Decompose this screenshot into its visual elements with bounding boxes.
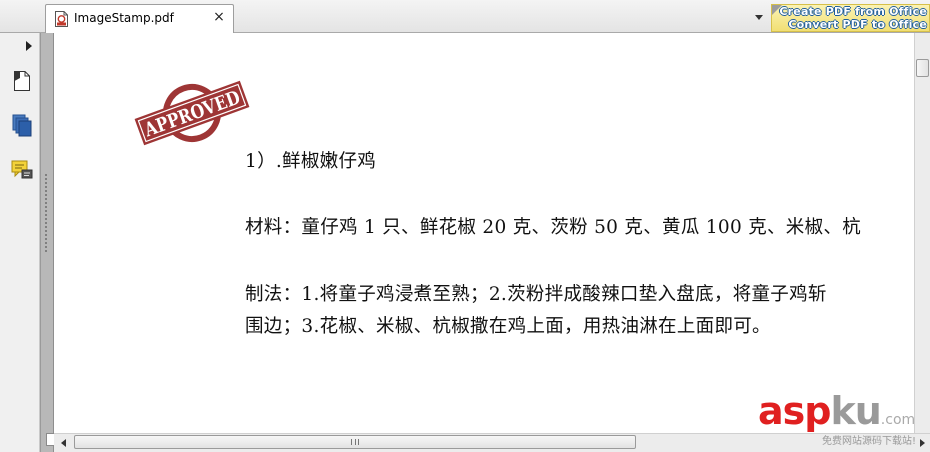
pdf-file-icon	[55, 11, 68, 27]
scroll-left-arrow-icon[interactable]	[60, 439, 68, 447]
watermark-ku: ku	[830, 389, 881, 433]
page-thumbnails-icon[interactable]	[10, 69, 34, 93]
promo-line-1: Create PDF from Office	[779, 5, 927, 18]
comments-icon[interactable]	[10, 158, 34, 182]
asp-ku-watermark: aspku.com 免费网站源码下载站!	[758, 389, 916, 447]
ingredients-line: 材料：童仔鸡 1 只、鲜花椒 20 克、茨粉 50 克、黄瓜 100 克、米椒、…	[245, 217, 862, 238]
watermark-domain: .com	[880, 412, 916, 428]
scroll-right-arrow-icon[interactable]	[918, 439, 926, 447]
watermark-asp: asp	[758, 389, 831, 433]
tab-imagestamp[interactable]: ImageStamp.pdf ×	[45, 4, 234, 33]
horizontal-scroll-thumb[interactable]	[74, 435, 636, 449]
close-icon[interactable]: ×	[212, 9, 226, 25]
recipe-title: 1）.鲜椒嫩仔鸡	[245, 151, 377, 172]
scroll-grip-icon	[351, 439, 359, 445]
tab-list-dropdown-icon[interactable]	[752, 12, 766, 22]
splitter-grip	[44, 173, 48, 253]
vertical-scrollbar[interactable]	[914, 33, 930, 433]
method-line-2: 围边；3.花椒、米椒、杭椒撒在鸡上面，用热油淋在上面即可。	[245, 316, 771, 337]
promo-line-2: Convert PDF to Office	[788, 18, 927, 31]
tab-title: ImageStamp.pdf	[74, 11, 174, 25]
tab-strip: ImageStamp.pdf × Create PDF from Office …	[0, 0, 930, 33]
document-viewport[interactable]: APPROVED 1）.鲜椒嫩仔鸡 材料：童仔鸡 1 只、鲜花椒 20 克、茨粉…	[54, 33, 914, 433]
watermark-slogan: 免费网站源码下载站!	[822, 436, 917, 447]
panel-splitter[interactable]	[40, 33, 54, 452]
promo-banner[interactable]: Create PDF from Office Convert PDF to Of…	[771, 4, 930, 32]
approved-stamp[interactable]: APPROVED	[132, 71, 252, 151]
method-line-1: 制法：1.将童子鸡浸煮至熟；2.茨粉拌成酸辣口垫入盘底，将童子鸡斩	[245, 284, 827, 305]
vertical-scroll-thumb[interactable]	[916, 59, 929, 77]
expand-panel-arrow-icon[interactable]	[25, 41, 33, 51]
layers-icon[interactable]	[10, 113, 34, 137]
navigation-panel	[0, 33, 40, 452]
horizontal-scrollbar[interactable]	[54, 433, 930, 452]
